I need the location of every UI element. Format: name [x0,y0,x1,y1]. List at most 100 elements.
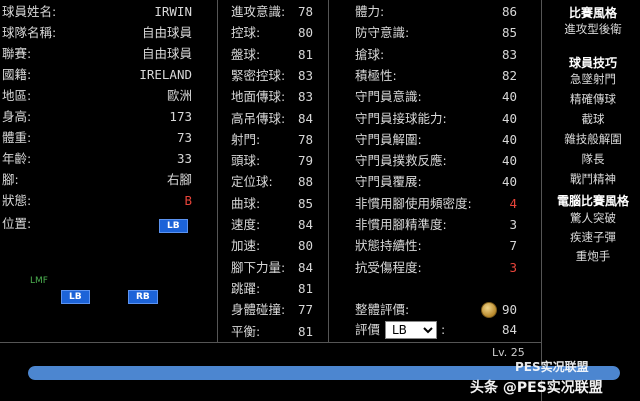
sidebar-item[interactable]: 截球 [546,111,640,127]
attribute-row: 地面傳球: 83 [231,87,313,107]
style-title: 比賽風格 [568,6,617,20]
attribute-row: 進攻意識: 78 [231,2,313,22]
attribute-row: 腳下力量: 84 [231,258,313,278]
attribute-label: 抗受傷程度: [355,259,422,275]
attribute-label: 狀態持續性: [355,238,422,254]
attribute-row: 跳躍: 81 [231,279,313,299]
attribute-value: 3 [509,259,517,275]
attribute-label: 盤球: [231,46,261,62]
attribute-value: 85 [501,25,517,41]
overall-rating-value: 90 [501,302,517,317]
attribute-row: 非慣用腳使用頻密度: 4 [355,194,517,214]
sidebar-item[interactable]: 戰鬥精神 [546,171,640,187]
attribute-row: 積極性: 82 [355,66,517,86]
profile-value: B [184,193,192,208]
eval-value: 84 [501,322,517,337]
field-badge-lb: LB [61,290,90,304]
profile-label: 體重: [2,130,32,145]
attribute-label: 定位球: [231,174,273,190]
sidebar-item[interactable]: 進攻型後衛 [546,21,640,37]
profile-label: 狀態: [2,193,32,208]
divider-col2 [328,0,329,342]
profile-row: 球員姓名: IRWIN [2,2,192,22]
attribute-row: 緊密控球: 83 [231,66,313,86]
skills-title: 球員技巧 [568,56,617,70]
attribute-row: 體力: 86 [355,2,517,22]
sidebar-item[interactable]: 急墜射門 [546,71,640,87]
watermark-top: PES实况联盟 [515,360,589,374]
profile-row: 狀態: B [2,191,192,211]
profile-value: 173 [169,109,192,124]
attribute-label: 加速: [231,238,261,254]
attribute-label: 守門員撲救反應: [355,153,447,169]
attribute-row: 搶球: 83 [355,45,517,65]
attribute-label: 非慣用腳使用頻密度: [355,195,472,211]
attribute-value: 81 [297,46,313,62]
attribute-row: 非慣用腳精準度: 3 [355,215,517,235]
attribute-label: 控球: [231,25,261,41]
attribute-value: 83 [297,67,313,83]
attribute-row: 守門員意識: 40 [355,87,517,107]
attribute-label: 曲球: [231,195,261,211]
attribute-value: 85 [297,195,313,211]
attribute-row: 速度: 84 [231,215,313,235]
attribute-row: 射門: 78 [231,130,313,150]
divider-col3 [541,0,542,401]
profile-value: 73 [176,130,192,145]
sidebar-item[interactable]: 隊長 [546,151,640,167]
attribute-row: 頭球: 79 [231,151,313,171]
attribute-row: 抗受傷程度: 3 [355,258,517,278]
attribute-row: 控球: 80 [231,23,313,43]
attribute-value: 80 [297,25,313,41]
rating-coin-icon [481,302,497,318]
attribute-value: 84 [297,110,313,126]
ai-title: 電腦比賽風格 [556,194,629,208]
attribute-label: 積極性: [355,67,397,83]
divider-col1 [217,0,218,342]
attribute-row: 平衡: 81 [231,322,313,342]
attribute-row: 身體碰撞: 77 [231,300,313,320]
attribute-label: 搶球: [355,46,385,62]
attribute-row: 守門員覆展: 40 [355,172,517,192]
attribute-value: 88 [297,174,313,190]
attribute-value: 77 [297,302,313,318]
attribute-row: 狀態持續性: 7 [355,236,517,256]
attribute-row: 防守意識: 85 [355,23,517,43]
profile-row: 體重: 73 [2,128,192,148]
attribute-row: 守門員接球能力: 40 [355,109,517,129]
profile-row: 年齡: 33 [2,149,192,169]
profile-row: 身高: 173 [2,107,192,127]
profile-row: 地區: 歐洲 [2,86,192,106]
attribute-row: 守門員解圍: 40 [355,130,517,150]
position-badge[interactable]: LB [159,219,188,233]
attribute-label: 跳躍: [231,280,261,296]
profile-label: 聯賽: [2,46,32,61]
profile-row: 球隊名稱: 自由球員 [2,23,192,43]
sidebar-item[interactable]: 雜技般解圍 [546,131,640,147]
eval-position-select[interactable]: LB [385,321,437,339]
sidebar-item[interactable]: 驚人突破 [546,210,640,226]
attribute-row: 盤球: 81 [231,45,313,65]
attribute-value: 81 [297,323,313,339]
attribute-value: 40 [501,174,517,190]
sidebar-item[interactable]: 疾速子彈 [546,229,640,245]
sidebar-item[interactable]: 精確傳球 [546,91,640,107]
profile-label: 身高: [2,109,32,124]
profile-label: 國籍: [2,67,32,82]
attribute-label: 非慣用腳精準度: [355,217,447,232]
profile-label: 球員姓名: [2,4,57,19]
position-row: 位置: LB [2,214,202,234]
attribute-value: 40 [501,110,517,126]
attribute-value: 83 [297,89,313,105]
attribute-value: 83 [501,46,517,62]
attribute-value: 3 [509,217,517,232]
attribute-label: 平衡: [231,323,261,339]
field-badge-rb: RB [128,290,158,304]
attribute-row: 守門員撲救反應: 40 [355,151,517,171]
attribute-row: 高吊傳球: 84 [231,109,313,129]
profile-label: 地區: [2,88,32,103]
attribute-row: 加速: 80 [231,236,313,256]
profile-value: 33 [176,151,192,166]
profile-label: 腳: [2,172,19,187]
sidebar-item[interactable]: 重炮手 [546,248,640,264]
